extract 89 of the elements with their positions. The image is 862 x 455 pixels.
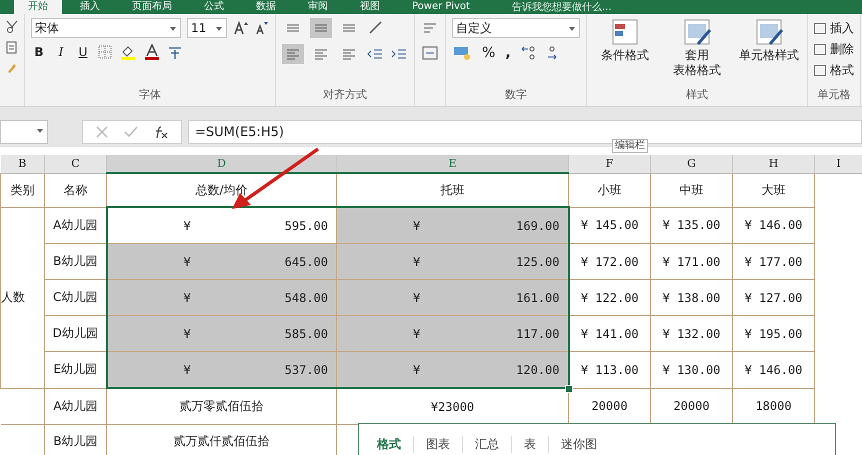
- quick-analysis-tab[interactable]: 格式: [365, 436, 414, 452]
- quick-analysis-tab[interactable]: 表: [512, 436, 549, 452]
- check-icon[interactable]: [123, 125, 139, 139]
- table-cell[interactable]: ¥ 645.00: [106, 244, 336, 280]
- table-cell: 类别: [0, 173, 44, 207]
- cells-button[interactable]: 格式: [814, 62, 854, 79]
- table-cell: A幼儿园: [44, 388, 106, 424]
- table-cell: ¥ 135.00: [650, 207, 732, 244]
- ribbon-tab[interactable]: 数据: [242, 0, 290, 14]
- style-button[interactable]: 单元格样式: [737, 18, 801, 85]
- ribbon-tab[interactable]: 公式: [190, 0, 238, 14]
- quick-analysis-tab[interactable]: 迷你图: [549, 436, 609, 452]
- table-cell: ¥ 172.00: [568, 244, 650, 280]
- table-cell[interactable]: ¥ 125.00: [336, 244, 568, 280]
- table-cell: ¥ 146.00: [732, 352, 814, 388]
- quick-analysis-tab[interactable]: 汇总: [463, 436, 512, 452]
- column-header[interactable]: G: [650, 155, 732, 173]
- table-cell: ¥ 130.00: [650, 352, 732, 388]
- table-cell: ¥ 141.00: [568, 316, 650, 352]
- ribbon-tab[interactable]: 审阅: [294, 0, 342, 14]
- font-size-dropdown[interactable]: 11: [187, 18, 227, 38]
- table-cell: 大班: [732, 173, 814, 207]
- ribbon-tab[interactable]: 插入: [66, 0, 114, 14]
- style-button[interactable]: 条件格式: [593, 18, 657, 85]
- table-cell: 人数: [0, 207, 44, 388]
- ribbon-tab[interactable]: 开始: [14, 0, 62, 14]
- table-cell: ¥ 195.00: [732, 316, 814, 352]
- tooltip: 编辑栏: [612, 139, 648, 153]
- table-cell: ¥ 122.00: [568, 280, 650, 316]
- italic-button[interactable]: I: [53, 45, 69, 59]
- group-label: 数字: [504, 87, 528, 103]
- cells-button[interactable]: 删除: [814, 41, 854, 58]
- horizontal-align-icon[interactable]: [282, 44, 304, 64]
- table-cell: ¥ 132.00: [650, 316, 732, 352]
- column-header[interactable]: D: [106, 155, 336, 173]
- table-cell: ¥ 127.00: [732, 280, 814, 316]
- table-cell: ¥ 138.00: [650, 280, 732, 316]
- table-cell[interactable]: ¥ 595.00: [106, 207, 336, 244]
- table-cell: 贰万零贰佰伍拾: [106, 388, 336, 424]
- column-header[interactable]: C: [44, 155, 106, 173]
- ribbon-tab[interactable]: 视图: [346, 0, 394, 14]
- column-header[interactable]: I: [814, 155, 862, 173]
- shrink-font-icon[interactable]: [255, 20, 269, 36]
- grow-font-icon[interactable]: [233, 20, 249, 36]
- table-cell: 名称: [44, 173, 106, 207]
- ribbon-tab[interactable]: Power Pivot: [398, 0, 484, 14]
- table-cell[interactable]: ¥ 548.00: [106, 280, 336, 316]
- table-icon: [754, 18, 784, 48]
- scissors-icon[interactable]: [6, 20, 18, 34]
- table-cell: ¥ 171.00: [650, 244, 732, 280]
- group-label: 对齐方式: [322, 87, 368, 103]
- tell-me-search[interactable]: 告诉我您想要做什么...: [512, 0, 612, 14]
- percent-button[interactable]: %: [480, 45, 498, 61]
- table-cell: ¥ 146.00: [732, 207, 814, 244]
- function-icon[interactable]: [153, 125, 169, 139]
- group-label: 样式: [685, 87, 709, 103]
- number-format-dropdown[interactable]: 自定义: [452, 18, 580, 38]
- cells-button[interactable]: 插入: [814, 20, 854, 37]
- borders-icon[interactable]: [97, 45, 113, 59]
- table-cell: 中班: [650, 173, 732, 207]
- style-button[interactable]: 套用 表格格式: [665, 18, 729, 85]
- table-cell[interactable]: ¥ 117.00: [336, 316, 568, 352]
- table-cell: 小班: [568, 173, 650, 207]
- column-header[interactable]: F: [568, 155, 650, 173]
- quick-analysis-tab[interactable]: 图表: [414, 436, 463, 452]
- fill-color-icon[interactable]: [119, 44, 137, 60]
- group-label: 单元格: [816, 87, 852, 103]
- table-cell[interactable]: ¥ 537.00: [106, 352, 336, 388]
- column-header[interactable]: H: [732, 155, 814, 173]
- table-cell[interactable]: ¥ 161.00: [336, 280, 568, 316]
- vertical-align-icon[interactable]: [310, 18, 332, 38]
- paste-icon[interactable]: [6, 40, 18, 54]
- group-label: 字体: [138, 87, 162, 103]
- font-color-icon[interactable]: [143, 44, 161, 60]
- table-icon: [682, 18, 712, 48]
- column-header[interactable]: E: [336, 155, 568, 173]
- bold-button[interactable]: B: [31, 45, 47, 59]
- table-cell: ¥ 145.00: [568, 207, 650, 244]
- comma-button[interactable]: ,: [503, 45, 513, 61]
- font-name-dropdown[interactable]: 宋体: [31, 18, 181, 38]
- column-header[interactable]: B: [0, 155, 44, 173]
- underline-button[interactable]: U: [75, 45, 91, 59]
- merge-cells-icon[interactable]: [421, 44, 439, 62]
- fill-handle[interactable]: [565, 385, 573, 393]
- table-cell: ¥ 177.00: [732, 244, 814, 280]
- table-cell[interactable]: ¥ 120.00: [336, 352, 568, 388]
- ribbon-tab[interactable]: 页面布局: [118, 0, 186, 14]
- table-cell[interactable]: ¥ 585.00: [106, 316, 336, 352]
- table-cell[interactable]: ¥ 169.00: [336, 207, 568, 244]
